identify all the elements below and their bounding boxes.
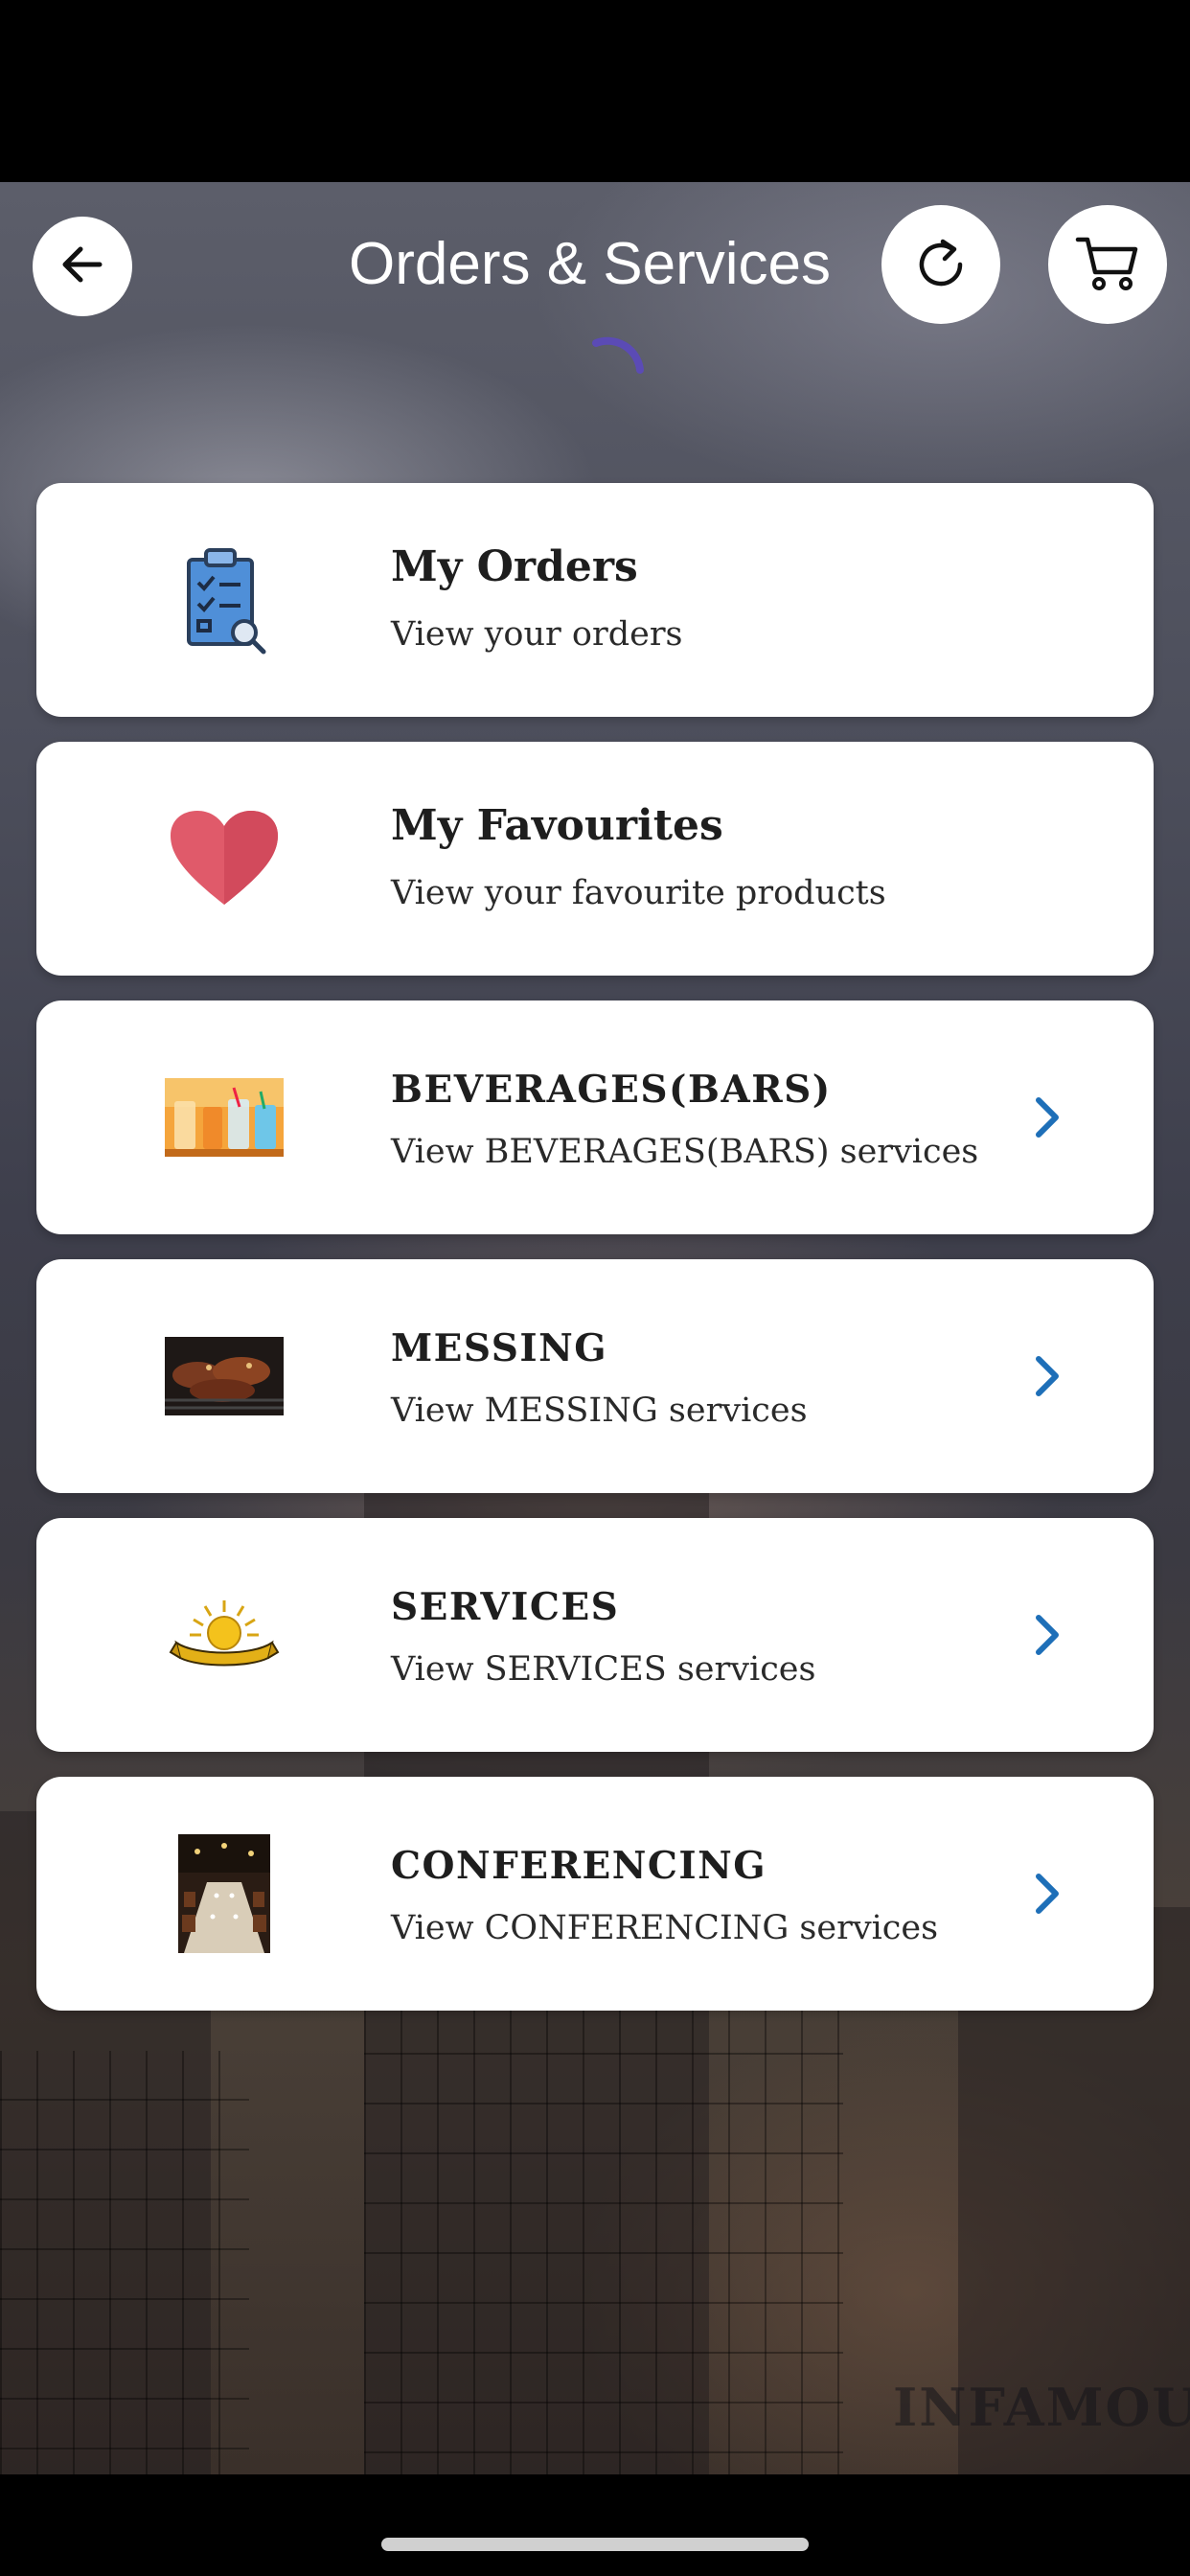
card-title: CONFERENCING — [391, 1844, 767, 1888]
home-indicator[interactable] — [381, 2538, 809, 2551]
menu-card-beverages[interactable]: BEVERAGES(BARS) View BEVERAGES(BARS) ser… — [36, 1000, 1154, 1234]
menu-card-services[interactable]: SERVICES View SERVICES services — [36, 1518, 1154, 1752]
watermark: INFAMOUS — [893, 2377, 1190, 2438]
menu-card-my-orders[interactable]: My Orders View your orders — [36, 483, 1154, 717]
card-subtitle: View CONFERENCING services — [391, 1909, 939, 1947]
card-title: My Orders — [391, 542, 638, 591]
arrow-left-icon — [56, 238, 109, 295]
background-windows-left — [0, 2051, 249, 2474]
menu-card-my-favourites[interactable]: My Favourites View your favourite produc… — [36, 742, 1154, 976]
menu-card-messing[interactable]: MESSING View MESSING services — [36, 1259, 1154, 1493]
card-subtitle: View MESSING services — [391, 1392, 808, 1430]
grilled-food-photo — [165, 1317, 284, 1436]
loading-spinner-icon — [579, 330, 661, 412]
chevron-right-icon — [1023, 1092, 1069, 1142]
background-windows — [364, 1955, 843, 2474]
clipboard-checklist-icon — [165, 540, 284, 659]
back-button[interactable] — [33, 217, 132, 316]
sun-emblem-icon — [165, 1576, 284, 1694]
cart-button[interactable] — [1048, 205, 1167, 324]
refresh-icon — [910, 232, 972, 297]
shopping-cart-icon — [1074, 232, 1141, 297]
card-subtitle: View your favourite products — [391, 874, 886, 912]
chevron-right-icon — [1023, 1351, 1069, 1401]
chevron-right-icon — [1023, 1610, 1069, 1660]
conference-room-photo — [165, 1834, 284, 1953]
card-subtitle: View SERVICES services — [391, 1650, 816, 1689]
beverages-photo — [165, 1058, 284, 1177]
card-title: MESSING — [391, 1326, 608, 1370]
home-bar-area — [0, 2474, 1190, 2576]
card-title: BEVERAGES(BARS) — [391, 1068, 832, 1112]
chevron-right-icon — [1023, 1869, 1069, 1919]
refresh-button[interactable] — [881, 205, 1000, 324]
card-title: My Favourites — [391, 801, 723, 850]
heart-icon — [165, 799, 284, 918]
status-bar — [0, 0, 1190, 182]
card-subtitle: View BEVERAGES(BARS) services — [391, 1133, 979, 1171]
card-title: SERVICES — [391, 1585, 620, 1629]
menu-card-conferencing[interactable]: CONFERENCING View CONFERENCING services — [36, 1777, 1154, 2011]
card-subtitle: View your orders — [391, 615, 683, 654]
page-title: Orders & Services — [349, 231, 832, 297]
